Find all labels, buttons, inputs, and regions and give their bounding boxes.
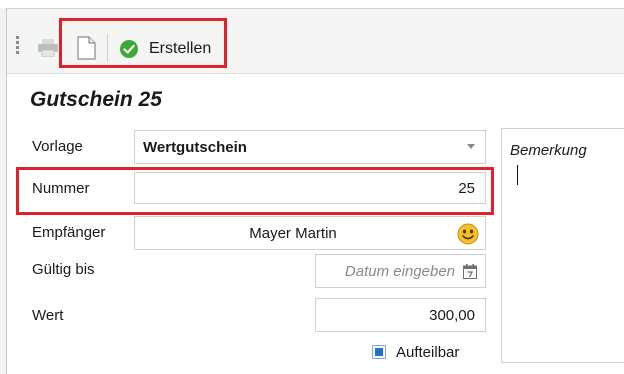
vorlage-select[interactable]: Wertgutschein [134,130,486,164]
wert-value: 300,00 [429,306,475,324]
vorlage-value: Wertgutschein [143,138,247,156]
grip-icon[interactable] [16,36,19,56]
aufteilbar-row[interactable]: Aufteilbar [372,341,459,363]
window-left-edge [0,8,7,374]
calendar-icon[interactable] [463,264,477,279]
bemerkung-textarea[interactable] [501,128,624,363]
empfaenger-value: Mayer Martin [249,224,337,242]
empfaenger-label: Empfänger [32,224,106,241]
empfaenger-field[interactable]: Mayer Martin [134,216,486,250]
page-title: Gutschein 25 [30,88,162,111]
aufteilbar-checkbox[interactable] [372,345,386,359]
highlight-toolbar [59,18,227,68]
vorlage-label: Vorlage [32,138,83,155]
printer-icon[interactable] [37,39,59,57]
gueltig-bis-placeholder: Datum eingeben [344,262,455,280]
bemerkung-label: Bemerkung [510,142,587,159]
highlight-nummer [16,167,494,215]
window-top-edge [0,0,624,9]
chevron-down-icon[interactable] [467,144,475,149]
wert-field[interactable]: 300,00 [315,298,486,332]
wert-label: Wert [32,307,64,324]
text-cursor [517,165,518,185]
aufteilbar-label: Aufteilbar [396,343,460,361]
smiley-icon[interactable] [457,223,479,245]
gueltig-bis-label: Gültig bis [32,261,95,278]
gueltig-bis-date-field[interactable]: Datum eingeben [315,254,486,288]
